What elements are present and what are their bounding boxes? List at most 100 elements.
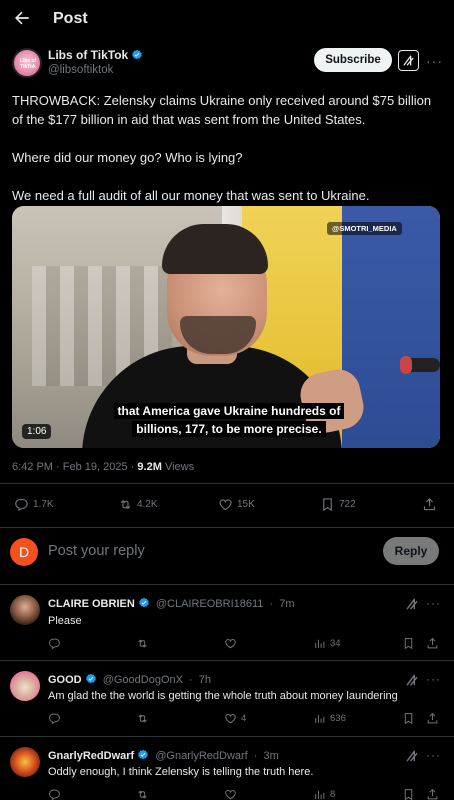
- heart-icon: [219, 499, 232, 511]
- arrow-left-icon[interactable]: [12, 8, 32, 28]
- more-options-icon[interactable]: ···: [426, 53, 443, 69]
- repost-button[interactable]: [136, 637, 153, 650]
- reply-author-name[interactable]: CLAIRE OBRIEN: [48, 598, 135, 610]
- reply-icon: [49, 713, 60, 725]
- like-button[interactable]: 4: [224, 712, 246, 725]
- more-options-icon[interactable]: ···: [426, 596, 441, 610]
- video-duration: 1:06: [22, 424, 52, 439]
- share-button[interactable]: [426, 788, 443, 800]
- share-icon: [423, 498, 436, 511]
- reply-button[interactable]: 1.7K: [14, 497, 54, 512]
- reply-time[interactable]: 3m: [264, 750, 279, 762]
- reply-input[interactable]: Post your reply: [48, 543, 145, 559]
- reply-button[interactable]: [48, 788, 65, 800]
- views-button[interactable]: 34: [313, 637, 341, 650]
- verified-badge-icon: [85, 673, 96, 684]
- avatar[interactable]: [10, 747, 40, 777]
- post-paragraph: We need a full audit of all our money th…: [12, 188, 370, 203]
- reply-submit-button[interactable]: Reply: [383, 537, 439, 565]
- repost-button[interactable]: 4.2K: [118, 497, 158, 512]
- reply-icon: [49, 789, 60, 800]
- views-count: 34: [330, 638, 341, 649]
- subscribe-button[interactable]: Subscribe: [314, 48, 392, 72]
- heart-icon: [225, 639, 236, 649]
- repost-button[interactable]: [136, 712, 153, 725]
- repost-icon: [138, 790, 147, 799]
- meta-separator: ·: [130, 461, 135, 473]
- avatar[interactable]: [10, 671, 40, 701]
- share-button[interactable]: [426, 637, 443, 650]
- post-meta: 6:42 PM · Feb 19, 2025 · 9.2M Views: [12, 461, 194, 473]
- reply-time[interactable]: 7h: [199, 674, 211, 686]
- bookmark-button[interactable]: [402, 637, 419, 650]
- reply-button[interactable]: [48, 712, 65, 725]
- divider: [0, 527, 454, 528]
- reply-text: Oddly enough, I think Zelensky is tellin…: [48, 766, 314, 778]
- like-button[interactable]: [224, 637, 241, 650]
- like-button[interactable]: [224, 788, 241, 800]
- verified-badge-icon: [138, 749, 149, 760]
- views-button[interactable]: 636: [313, 712, 346, 725]
- avatar[interactable]: Libs of TikTok: [12, 48, 42, 78]
- repost-button[interactable]: [136, 788, 153, 800]
- like-button[interactable]: 15K: [218, 497, 255, 512]
- share-button[interactable]: [422, 497, 441, 512]
- views-count: 636: [330, 713, 346, 724]
- reply-handle[interactable]: @GoodDogOnX: [103, 674, 183, 686]
- grok-icon[interactable]: [405, 597, 419, 611]
- reply-handle[interactable]: @GnarlyRedDwarf: [155, 750, 247, 762]
- more-options-icon[interactable]: ···: [426, 672, 441, 686]
- views-label: Views: [164, 461, 195, 473]
- share-button[interactable]: [426, 712, 443, 725]
- handle-separator: ·: [269, 598, 274, 610]
- video-microphone-tip: [400, 356, 412, 374]
- share-icon: [427, 788, 438, 800]
- more-options-icon[interactable]: ···: [426, 748, 441, 762]
- bookmark-icon: [404, 638, 413, 650]
- reply-author-name[interactable]: GOOD: [48, 674, 82, 686]
- author-name[interactable]: Libs of TikTok: [48, 48, 143, 62]
- user-avatar[interactable]: D: [10, 538, 38, 566]
- grok-icon[interactable]: [405, 673, 419, 687]
- post-paragraph: THROWBACK: Zelensky claims Ukraine only …: [12, 93, 432, 127]
- grok-icon[interactable]: [398, 50, 419, 71]
- reply-handle[interactable]: @CLAIREOBRI18611: [156, 598, 264, 610]
- share-icon: [427, 712, 438, 724]
- grok-icon[interactable]: [405, 749, 419, 763]
- reply-time[interactable]: 7m: [279, 598, 294, 610]
- bookmark-count: 722: [339, 499, 356, 510]
- author-handle[interactable]: @libsoftiktok: [48, 64, 113, 76]
- video-player[interactable]: @SMOTRI_MEDIA that America gave Ukraine …: [12, 206, 440, 448]
- bookmark-icon: [404, 789, 413, 800]
- post-time[interactable]: 6:42 PM: [12, 461, 53, 473]
- post-paragraph: Where did our money go? Who is lying?: [12, 150, 243, 165]
- bookmark-button[interactable]: [402, 712, 419, 725]
- post-body: THROWBACK: Zelensky claims Ukraine only …: [12, 91, 442, 224]
- reply-item[interactable]: GnarlyRedDwarf @GnarlyRedDwarf · 3m ··· …: [0, 737, 454, 800]
- like-count: 15K: [237, 499, 255, 510]
- post-date[interactable]: Feb 19, 2025: [63, 461, 128, 473]
- reply-button[interactable]: [48, 637, 65, 650]
- reply-item[interactable]: GOOD @GoodDogOnX · 7h ··· Am glad the th…: [0, 661, 454, 736]
- reply-actions: 34: [48, 637, 444, 653]
- reply-icon: [15, 498, 28, 512]
- reply-item[interactable]: CLAIRE OBRIEN @CLAIREOBRI18611 · 7m ··· …: [0, 585, 454, 660]
- bookmark-button[interactable]: [402, 788, 419, 800]
- bookmark-icon: [323, 498, 332, 512]
- reply-author: GOOD @GoodDogOnX · 7h: [48, 673, 211, 686]
- author-name-text[interactable]: Libs of TikTok: [48, 48, 128, 62]
- views-count: 8: [330, 789, 336, 800]
- bookmark-button[interactable]: 722: [320, 497, 356, 512]
- page-title: Post: [53, 10, 88, 27]
- avatar[interactable]: [10, 595, 40, 625]
- reply-author-name[interactable]: GnarlyRedDwarf: [48, 750, 134, 762]
- bookmark-icon: [404, 713, 413, 725]
- reply-author: GnarlyRedDwarf @GnarlyRedDwarf · 3m: [48, 749, 279, 762]
- reply-text: Am glad the the world is getting the who…: [48, 690, 398, 702]
- share-icon: [427, 637, 438, 649]
- top-bar: Post: [0, 0, 454, 38]
- heart-icon: [225, 714, 236, 724]
- post-actions: 1.7K 4.2K 15K 722: [14, 497, 438, 517]
- repost-icon: [138, 714, 147, 723]
- views-button[interactable]: 8: [313, 788, 335, 800]
